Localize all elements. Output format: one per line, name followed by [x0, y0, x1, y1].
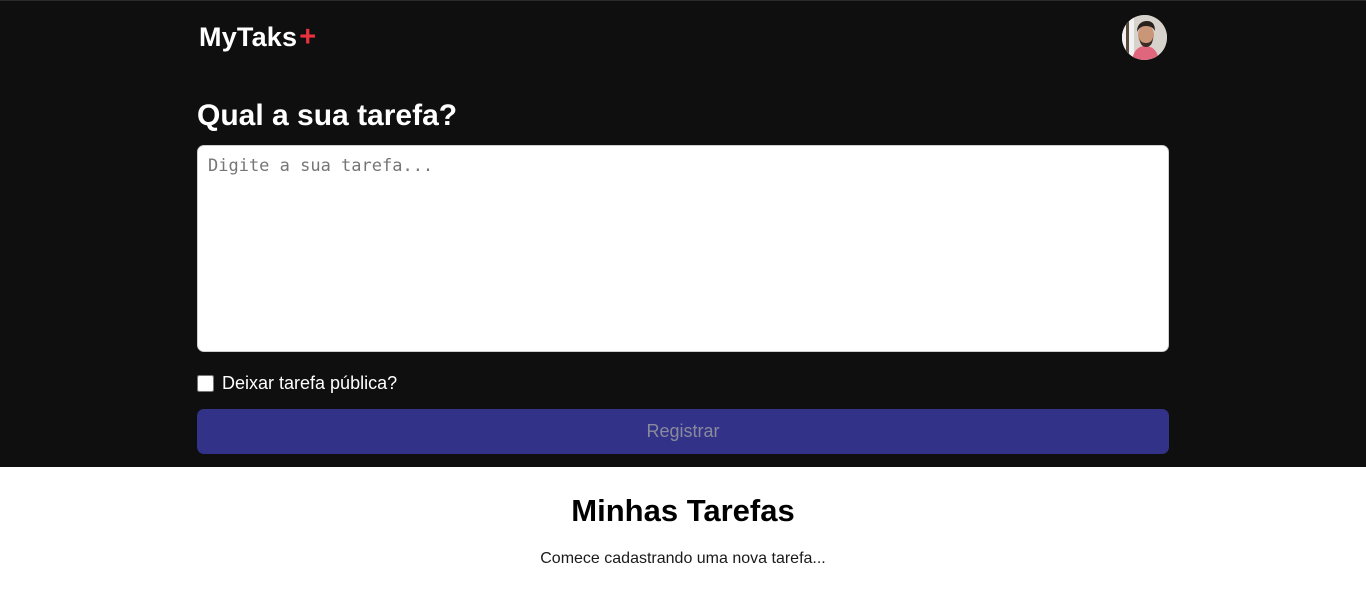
header: MyTaks +	[197, 1, 1169, 73]
public-task-row: Deixar tarefa pública?	[197, 372, 1169, 394]
task-textarea[interactable]	[197, 145, 1169, 352]
tasks-section: Minhas Tarefas Comece cadastrando uma no…	[0, 467, 1366, 569]
public-task-label[interactable]: Deixar tarefa pública?	[222, 373, 397, 394]
brand-logo[interactable]: MyTaks +	[199, 22, 316, 53]
public-task-checkbox[interactable]	[197, 374, 214, 392]
user-avatar[interactable]	[1122, 14, 1167, 60]
avatar-photo-icon	[1122, 14, 1167, 60]
task-form: Qual a sua tarefa? Deixar tarefa pública…	[197, 97, 1169, 454]
top-section: MyTaks + Qual a sua tarefa? Deixar taref…	[0, 0, 1366, 467]
empty-tasks-message: Comece cadastrando uma nova tarefa...	[540, 550, 826, 567]
register-button[interactable]: Registrar	[197, 409, 1169, 454]
brand-name: MyTaks	[199, 21, 298, 52]
form-question: Qual a sua tarefa?	[197, 99, 458, 132]
tasks-title: Minhas Tarefas	[571, 493, 795, 528]
brand-plus-accent: +	[299, 20, 317, 53]
